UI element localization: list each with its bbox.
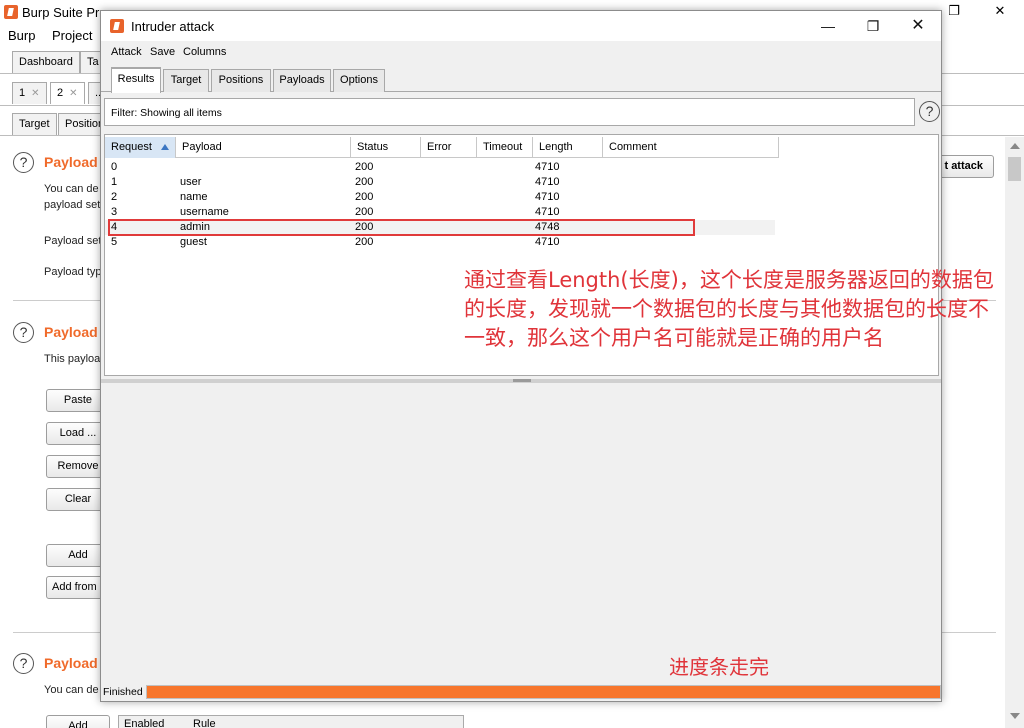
- burp-logo-icon: [4, 5, 18, 19]
- close-tab-icon[interactable]: ✕: [31, 88, 39, 99]
- cell-status: 200: [355, 161, 374, 173]
- cell-status: 200: [355, 191, 374, 203]
- tab-target[interactable]: Ta: [80, 51, 102, 73]
- menu-columns[interactable]: Columns: [183, 46, 226, 58]
- cell-length: 4710: [535, 236, 560, 248]
- close-icon[interactable]: ✕: [898, 15, 938, 37]
- highlight-box: [108, 219, 695, 236]
- column-comment[interactable]: Comment: [603, 137, 779, 158]
- section-text: payload set: [44, 199, 101, 211]
- menu-save[interactable]: Save: [150, 46, 175, 58]
- cell-length: 4710: [535, 191, 560, 203]
- instance-tab-label: 1: [19, 87, 26, 99]
- help-icon[interactable]: ?: [13, 653, 34, 674]
- help-icon[interactable]: ?: [13, 322, 34, 343]
- column-length[interactable]: Length: [533, 137, 603, 158]
- close-tab-icon[interactable]: ✕: [69, 88, 77, 99]
- cell-request: 2: [111, 191, 118, 203]
- section-title: Payload: [44, 655, 98, 671]
- table-row[interactable]: 3 username 200 4710: [105, 205, 775, 220]
- column-status[interactable]: Status: [351, 137, 421, 158]
- table-row[interactable]: 0 200 4710: [105, 160, 775, 175]
- column-payload[interactable]: Payload: [176, 137, 351, 158]
- table-row[interactable]: 1 user 200 4710: [105, 175, 775, 190]
- sort-ascending-icon: [161, 144, 169, 150]
- column-error[interactable]: Error: [421, 137, 477, 158]
- section-text: This payloa: [44, 353, 101, 365]
- minimize-icon[interactable]: —: [808, 15, 848, 37]
- add-rule-button[interactable]: Add: [46, 715, 110, 728]
- filter-bar[interactable]: Filter: Showing all items: [104, 98, 915, 126]
- progress-bar: [146, 685, 941, 699]
- intruder-attack-window: Intruder attack — ❐ ✕ Attack Save Column…: [100, 10, 942, 702]
- help-icon[interactable]: ?: [13, 152, 34, 173]
- status-bar: Finished: [101, 683, 941, 701]
- restore-icon[interactable]: ❐: [942, 2, 966, 20]
- scroll-down-arrow-icon[interactable]: [1010, 713, 1020, 719]
- progress-fill: [147, 686, 940, 698]
- subtab-target[interactable]: Target: [12, 113, 57, 135]
- table-row[interactable]: 2 name 200 4710: [105, 190, 775, 205]
- cell-length: 4710: [535, 176, 560, 188]
- cell-request: 0: [111, 161, 118, 173]
- column-enabled: Enabled: [124, 718, 165, 728]
- maximize-icon[interactable]: ❐: [853, 15, 893, 37]
- cell-payload: username: [180, 206, 229, 218]
- burp-logo-icon: [110, 19, 124, 33]
- instance-tab-2[interactable]: 2 ✕: [50, 82, 85, 104]
- column-label: Request: [111, 141, 152, 153]
- split-pane-grip[interactable]: [513, 379, 531, 382]
- payload-type-label: Payload typ: [44, 266, 102, 278]
- tab-payloads[interactable]: Payloads: [273, 69, 331, 92]
- tab-positions[interactable]: Positions: [211, 69, 271, 92]
- instance-tab-label: 2: [57, 87, 64, 99]
- menu-project[interactable]: Project: [52, 28, 92, 43]
- column-rule: Rule: [193, 718, 216, 728]
- cell-length: 4710: [535, 206, 560, 218]
- section-title: Payload: [44, 324, 98, 340]
- instance-tab-1[interactable]: 1 ✕: [12, 82, 47, 104]
- cell-payload: user: [180, 176, 202, 188]
- tab-options[interactable]: Options: [333, 69, 385, 92]
- annotation-length-note: 通过查看Length(长度)，这个长度是服务器返回的数据包的长度，发现就一个数据…: [464, 268, 994, 350]
- cell-request: 5: [111, 236, 118, 248]
- help-icon[interactable]: ?: [919, 101, 940, 122]
- table-row[interactable]: 5 guest 200 4710: [105, 235, 775, 250]
- cell-status: 200: [355, 176, 374, 188]
- cell-status: 200: [355, 206, 374, 218]
- table-header: Request Payload Status Error Timeout Len…: [105, 137, 779, 158]
- section-text: You can de: [44, 183, 99, 195]
- column-request[interactable]: Request: [105, 137, 176, 158]
- tab-dashboard[interactable]: Dashboard: [12, 51, 80, 73]
- cell-length: 4710: [535, 161, 560, 173]
- column-timeout[interactable]: Timeout: [477, 137, 533, 158]
- status-label: Finished: [103, 686, 143, 698]
- cell-request: 1: [111, 176, 118, 188]
- cell-request: 3: [111, 206, 118, 218]
- filter-text: Filter: Showing all items: [111, 107, 222, 119]
- subtab-positions[interactable]: Position: [58, 113, 102, 135]
- cell-payload: name: [180, 191, 208, 203]
- menu-attack[interactable]: Attack: [111, 46, 142, 58]
- cell-payload: guest: [180, 236, 207, 248]
- request-response-pane: [101, 383, 941, 683]
- close-icon[interactable]: ✕: [988, 2, 1012, 20]
- menu-burp[interactable]: Burp: [8, 28, 35, 43]
- cell-status: 200: [355, 236, 374, 248]
- tab-target[interactable]: Target: [163, 69, 209, 92]
- scroll-up-arrow-icon[interactable]: [1010, 143, 1020, 149]
- dialog-titlebar: Intruder attack — ❐ ✕: [101, 11, 941, 41]
- vertical-scrollbar[interactable]: [1005, 137, 1024, 728]
- section-text: You can de: [44, 684, 99, 696]
- dialog-title: Intruder attack: [131, 19, 215, 34]
- annotation-progress-note: 进度条走完: [669, 655, 769, 679]
- dialog-menubar: Attack Save Columns: [101, 43, 941, 63]
- section-title: Payload: [44, 154, 98, 170]
- main-window-title: Burp Suite Pro: [22, 5, 107, 20]
- attack-tabs: Results Target Positions Payloads Option…: [101, 67, 941, 93]
- processing-rules-header: Enabled Rule: [118, 715, 464, 728]
- tab-results[interactable]: Results: [111, 67, 161, 93]
- payload-set-label: Payload set: [44, 235, 102, 247]
- scroll-thumb[interactable]: [1008, 157, 1021, 181]
